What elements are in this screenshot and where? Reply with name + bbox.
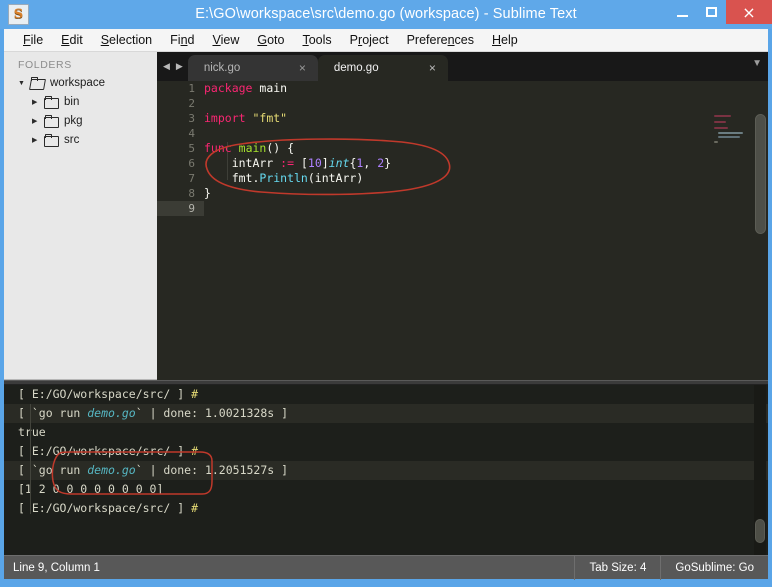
folder-icon bbox=[44, 114, 59, 128]
chevron-right-icon[interactable] bbox=[32, 137, 44, 144]
line-number: 9 bbox=[157, 201, 204, 216]
console-output-panel[interactable]: [ E:/GO/workspace/src/ ] # [ `go run demo… bbox=[4, 385, 768, 555]
menu-item-project[interactable]: Project bbox=[341, 31, 398, 49]
chevron-down-icon[interactable] bbox=[18, 80, 30, 87]
folder-icon bbox=[44, 95, 59, 109]
tab-close-icon[interactable]: × bbox=[429, 62, 436, 74]
tab-close-icon[interactable]: × bbox=[299, 62, 306, 74]
console-line: [ `go run demo.go` | done: 1.0021328s ] bbox=[4, 404, 768, 423]
line-number: 8 bbox=[188, 187, 195, 200]
tab-bar: ◀ ▶ nick.go × demo.go × ▼ bbox=[157, 52, 768, 81]
menu-item-tools[interactable]: Tools bbox=[293, 31, 340, 49]
console-line: [ E:/GO/workspace/src/ ] # bbox=[18, 444, 199, 458]
line-number: 5 bbox=[188, 142, 195, 155]
tree-item-label: pkg bbox=[64, 115, 83, 127]
console-vertical-scrollbar[interactable] bbox=[755, 519, 765, 543]
status-syntax[interactable]: GoSublime: Go bbox=[660, 555, 768, 580]
menu-item-find[interactable]: Find bbox=[161, 31, 203, 49]
window-controls: × bbox=[668, 0, 772, 29]
console-lines: [ E:/GO/workspace/src/ ] # [ `go run demo… bbox=[4, 385, 768, 518]
menu-item-goto[interactable]: Goto bbox=[248, 31, 293, 49]
menu-item-file[interactable]: File bbox=[14, 31, 52, 49]
menu-item-selection[interactable]: Selection bbox=[92, 31, 161, 49]
menu-item-help[interactable]: Help bbox=[483, 31, 527, 49]
console-line: [1 2 0 0 0 0 0 0 0 0] bbox=[18, 482, 164, 496]
code-line: func main() { bbox=[204, 141, 295, 155]
editor-vertical-scrollbar[interactable] bbox=[755, 114, 766, 234]
tab-nav-arrows: ◀ ▶ bbox=[157, 52, 188, 81]
code-editor[interactable]: 1 2 3 4 5 6 7 89 package main import "fmt" func… bbox=[157, 81, 768, 380]
folder-open-icon bbox=[30, 76, 45, 89]
workspace-body: FOLDERS workspacebinpkgsrc ◀ ▶ nick.go×d… bbox=[4, 52, 768, 555]
code-line: import "fmt" bbox=[204, 111, 288, 125]
tab-label: nick.go bbox=[203, 62, 241, 74]
console-indent-guide bbox=[30, 404, 31, 514]
status-bar: Line 9, Column 1 Tab Size: 4 GoSublime: … bbox=[4, 555, 768, 580]
console-line: [ `go run demo.go` | done: 1.2051527s ] bbox=[4, 461, 768, 480]
code-line: } bbox=[204, 186, 211, 200]
tab-prev-icon[interactable]: ◀ bbox=[163, 62, 170, 71]
code-content: package main import "fmt" func main() { … bbox=[204, 81, 724, 380]
tab-list: nick.go × demo.go × bbox=[187, 55, 448, 81]
status-tab-size[interactable]: Tab Size: 4 bbox=[574, 555, 660, 580]
maximize-button[interactable] bbox=[696, 0, 726, 24]
menu-item-edit[interactable]: Edit bbox=[52, 31, 92, 49]
close-button[interactable]: × bbox=[726, 0, 772, 24]
tree-item-bin[interactable]: bin bbox=[4, 93, 157, 112]
tab-next-icon[interactable]: ▶ bbox=[176, 62, 183, 71]
tab-demo.go[interactable]: demo.go × bbox=[317, 55, 448, 81]
tab-label: demo.go bbox=[333, 62, 379, 74]
status-cursor-position: Line 9, Column 1 bbox=[13, 561, 100, 574]
minimize-button[interactable] bbox=[668, 0, 696, 24]
chevron-right-icon[interactable] bbox=[32, 99, 44, 106]
chevron-down-icon[interactable]: ▼ bbox=[752, 59, 762, 69]
menu-item-preferences[interactable]: Preferences bbox=[398, 31, 483, 49]
minimap[interactable] bbox=[708, 110, 752, 380]
line-number: 2 bbox=[188, 97, 195, 110]
menu-bar: File Edit Selection Find View Goto Tools Projec… bbox=[4, 29, 768, 52]
tree-item-label: workspace bbox=[50, 77, 105, 89]
tree-item-pkg[interactable]: pkg bbox=[4, 112, 157, 131]
line-number-gutter: 1 2 3 4 5 6 7 89 bbox=[157, 81, 204, 380]
tree-item-workspace[interactable]: workspace bbox=[4, 74, 157, 93]
sidebar-header: FOLDERS bbox=[18, 59, 72, 71]
console-line: [ E:/GO/workspace/src/ ] # bbox=[18, 501, 199, 515]
tree-item-src[interactable]: src bbox=[4, 131, 157, 150]
title-bar: S E:\GO\workspace\src\demo.go (workspace… bbox=[0, 0, 772, 29]
line-number: 3 bbox=[188, 112, 195, 125]
folder-tree: workspace bin pkg src bbox=[4, 74, 157, 150]
console-line: [ E:/GO/workspace/src/ ] # bbox=[18, 387, 199, 401]
code-line: fmt.Println(intArr) bbox=[204, 171, 364, 185]
line-number: 4 bbox=[188, 127, 195, 140]
code-line: intArr := [10]int{1, 2} bbox=[204, 156, 392, 170]
tree-item-label: bin bbox=[64, 96, 80, 108]
window-title: E:\GO\workspace\src\demo.go (workspace) … bbox=[195, 6, 577, 22]
console-line: true bbox=[18, 425, 46, 439]
menu-item-view[interactable]: View bbox=[203, 31, 248, 49]
sidebar-folders-panel: FOLDERS workspace bin pkg src bbox=[4, 52, 157, 379]
tab-nick.go[interactable]: nick.go × bbox=[187, 55, 318, 81]
tree-item-label: src bbox=[64, 134, 80, 146]
line-number: 6 bbox=[188, 157, 195, 170]
line-number: 1 bbox=[188, 82, 195, 95]
code-line: package main bbox=[204, 81, 288, 95]
line-number: 7 bbox=[188, 172, 195, 185]
sublime-text-window: S E:\GO\workspace\src\demo.go (workspace… bbox=[0, 0, 772, 587]
folder-icon bbox=[44, 133, 59, 147]
chevron-right-icon[interactable] bbox=[32, 118, 44, 125]
editor-pane: ◀ ▶ nick.go × demo.go × ▼ 1 2 3 4 5 6 7 89 package… bbox=[157, 52, 768, 380]
